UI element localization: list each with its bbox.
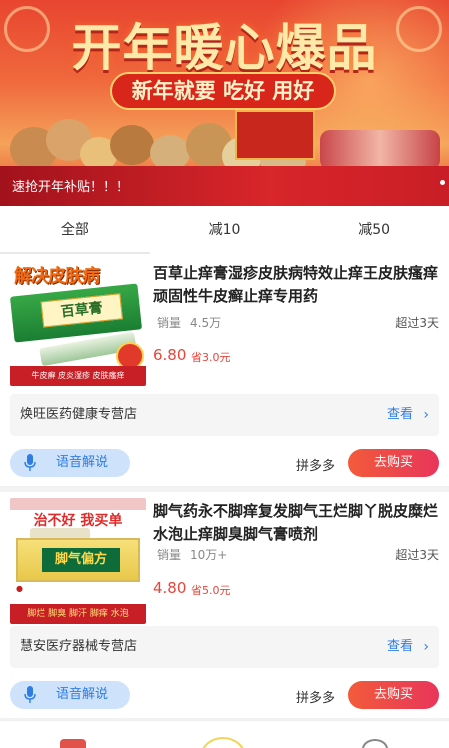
product-title[interactable]: 百草止痒膏湿疹皮肤病特效止痒王皮肤瘙痒顽固性牛皮癣止痒专用药 — [153, 262, 441, 308]
home-icon[interactable] — [60, 739, 86, 748]
platform-label: 拼多多 — [296, 691, 336, 706]
sales-label: 销量 — [157, 548, 182, 562]
product-card[interactable]: 解决皮肤病 百草膏 牛皮癣 皮炎湿疹 皮肤瘙痒 百草止痒膏湿疹皮肤病特效止痒王皮… — [0, 254, 449, 486]
chevron-right-icon[interactable]: › — [423, 394, 429, 436]
microphone-icon — [24, 686, 36, 703]
product-title[interactable]: 脚气药永不脚痒复发脚气王烂脚丫脱皮糜烂水泡止痒脚臭脚气膏喷剂 — [153, 500, 441, 546]
bottom-nav — [0, 720, 449, 748]
shop-bar[interactable]: 焕旺医药健康专营店 查看 › — [10, 394, 439, 436]
shipping-note: 超过3天 — [395, 316, 439, 330]
image-top-tag — [10, 498, 146, 510]
meat-image — [320, 130, 440, 170]
savings-text: 省3.0元 — [191, 351, 231, 364]
cream-box-label: 脚气偏方 — [42, 548, 120, 572]
tab-all[interactable]: 全部 — [0, 206, 150, 254]
filter-tabs: 全部 减10 减50 — [0, 206, 449, 254]
product-image-headline: 治不好 我买单 — [33, 513, 123, 529]
shop-bar[interactable]: 慧安医疗器械专营店 查看 › — [10, 626, 439, 668]
shipping-note: 超过3天 — [395, 548, 439, 562]
tab-minus-10[interactable]: 减10 — [150, 206, 300, 254]
profile-icon[interactable] — [362, 739, 388, 748]
view-shop-button[interactable]: 查看 — [387, 626, 413, 668]
product-price: 6.80 — [153, 346, 187, 364]
cream-box-image: 脚气偏方 — [16, 538, 140, 582]
buy-button[interactable]: 去购买 — [348, 449, 439, 477]
microphone-icon — [24, 454, 36, 471]
product-card[interactable]: 治不好 我买单 脚气偏方 ● 脚烂 脚臭 脚汗 脚痒 水泡 脚气药永不脚痒复发脚… — [0, 492, 449, 718]
tab-minus-50[interactable]: 减50 — [299, 206, 449, 254]
sales-value: 4.5万 — [190, 316, 222, 330]
voice-explain-button[interactable]: 语音解说 — [10, 449, 130, 477]
sales-label: 销量 — [157, 316, 182, 330]
savings-text: 省5.0元 — [191, 584, 231, 597]
center-action-icon[interactable] — [200, 737, 246, 748]
voice-explain-button[interactable]: 语音解说 — [10, 681, 130, 709]
chevron-right-icon[interactable]: › — [423, 626, 429, 668]
product-image-footer: 脚烂 脚臭 脚汗 脚痒 水泡 — [10, 604, 146, 624]
sales-value: 10万+ — [190, 548, 228, 562]
banner-title: 开年暖心爆品 — [71, 19, 378, 77]
view-shop-button[interactable]: 查看 — [387, 394, 413, 436]
brand-mark-icon: ● — [16, 584, 23, 593]
product-image[interactable]: 解决皮肤病 百草膏 牛皮癣 皮炎湿疹 皮肤瘙痒 — [10, 260, 146, 386]
product-image-headline: 解决皮肤病 — [14, 266, 100, 287]
product-price: 4.80 — [153, 579, 187, 597]
product-image-footer: 牛皮癣 皮炎湿疹 皮肤瘙痒 — [10, 366, 146, 386]
shop-name: 焕旺医药健康专营店 — [20, 407, 138, 422]
buy-button[interactable]: 去购买 — [348, 681, 439, 709]
carousel-indicator[interactable] — [440, 180, 445, 185]
banner-slogan: 新年就要 吃好 用好 — [110, 72, 336, 110]
shop-name: 慧安医疗器械专营店 — [20, 639, 138, 654]
banner-promo-text: 速抢开年补贴！！！ — [12, 180, 130, 195]
product-image[interactable]: 治不好 我买单 脚气偏方 ● 脚烂 脚臭 脚汗 脚痒 水泡 — [10, 498, 146, 624]
voice-explain-label: 语音解说 — [56, 687, 109, 702]
gift-box-image — [235, 110, 315, 160]
ointment-box-label: 百草膏 — [40, 293, 123, 328]
voice-explain-label: 语音解说 — [56, 455, 109, 470]
platform-label: 拼多多 — [296, 459, 336, 474]
promo-banner[interactable]: 开年暖心爆品 新年就要 吃好 用好 速抢开年补贴！！！ — [0, 0, 449, 206]
